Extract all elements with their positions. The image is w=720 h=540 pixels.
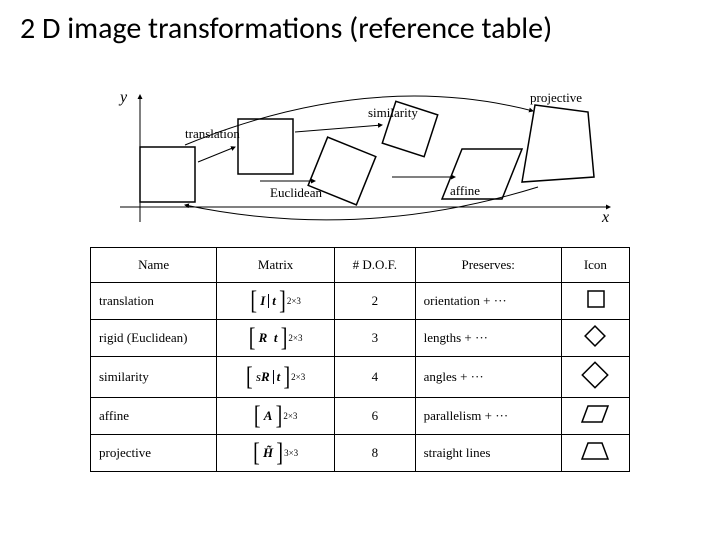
y-axis-label: y [120, 89, 127, 107]
cell-preserves: lengths + [415, 320, 561, 357]
table-row: affine[ A ]2×36parallelism + [91, 398, 630, 435]
cell-preserves: angles + [415, 357, 561, 398]
label-euclidean: Euclidean [270, 185, 322, 201]
cell-icon [561, 398, 629, 435]
table-row: rigid (Euclidean)[ R t ]2×33lengths + [91, 320, 630, 357]
col-preserves: Preserves: [415, 248, 561, 283]
cell-name: projective [91, 435, 217, 472]
cell-dof: 8 [335, 435, 416, 472]
table-row: similarity[ sRt ]2×34angles + [91, 357, 630, 398]
page-title: 2 D image transformations (reference tab… [0, 0, 720, 47]
label-translation: translation [185, 126, 240, 142]
reference-table: Name Matrix # D.O.F. Preserves: Icon tra… [90, 247, 630, 472]
cell-preserves: orientation + [415, 283, 561, 320]
cell-preserves: parallelism + [415, 398, 561, 435]
label-affine: affine [450, 183, 480, 199]
cell-icon [561, 435, 629, 472]
col-name: Name [91, 248, 217, 283]
cell-icon [561, 283, 629, 320]
diagram-svg [90, 87, 630, 237]
cell-dof: 4 [335, 357, 416, 398]
table-row: translation[ It ]2×32orientation + [91, 283, 630, 320]
cell-icon [561, 357, 629, 398]
label-projective: projective [530, 90, 582, 106]
table-header-row: Name Matrix # D.O.F. Preserves: Icon [91, 248, 630, 283]
cell-name: rigid (Euclidean) [91, 320, 217, 357]
cell-name: affine [91, 398, 217, 435]
col-icon: Icon [561, 248, 629, 283]
cell-matrix: [ R t ]2×3 [217, 320, 335, 357]
cell-dof: 2 [335, 283, 416, 320]
label-similarity: similarity [368, 105, 418, 121]
cell-matrix: [ It ]2×3 [217, 283, 335, 320]
cell-dof: 6 [335, 398, 416, 435]
cell-name: translation [91, 283, 217, 320]
col-matrix: Matrix [217, 248, 335, 283]
col-dof: # D.O.F. [335, 248, 416, 283]
reference-table-wrap: Name Matrix # D.O.F. Preserves: Icon tra… [90, 247, 630, 472]
cell-matrix: [ H̃ ]3×3 [217, 435, 335, 472]
transformation-diagram: y x translation Euclidean similarity aff… [90, 87, 630, 237]
cell-matrix: [ A ]2×3 [217, 398, 335, 435]
cell-dof: 3 [335, 320, 416, 357]
cell-matrix: [ sRt ]2×3 [217, 357, 335, 398]
cell-name: similarity [91, 357, 217, 398]
table-row: projective[ H̃ ]3×38straight lines [91, 435, 630, 472]
cell-icon [561, 320, 629, 357]
x-axis-label: x [602, 209, 609, 227]
cell-preserves: straight lines [415, 435, 561, 472]
